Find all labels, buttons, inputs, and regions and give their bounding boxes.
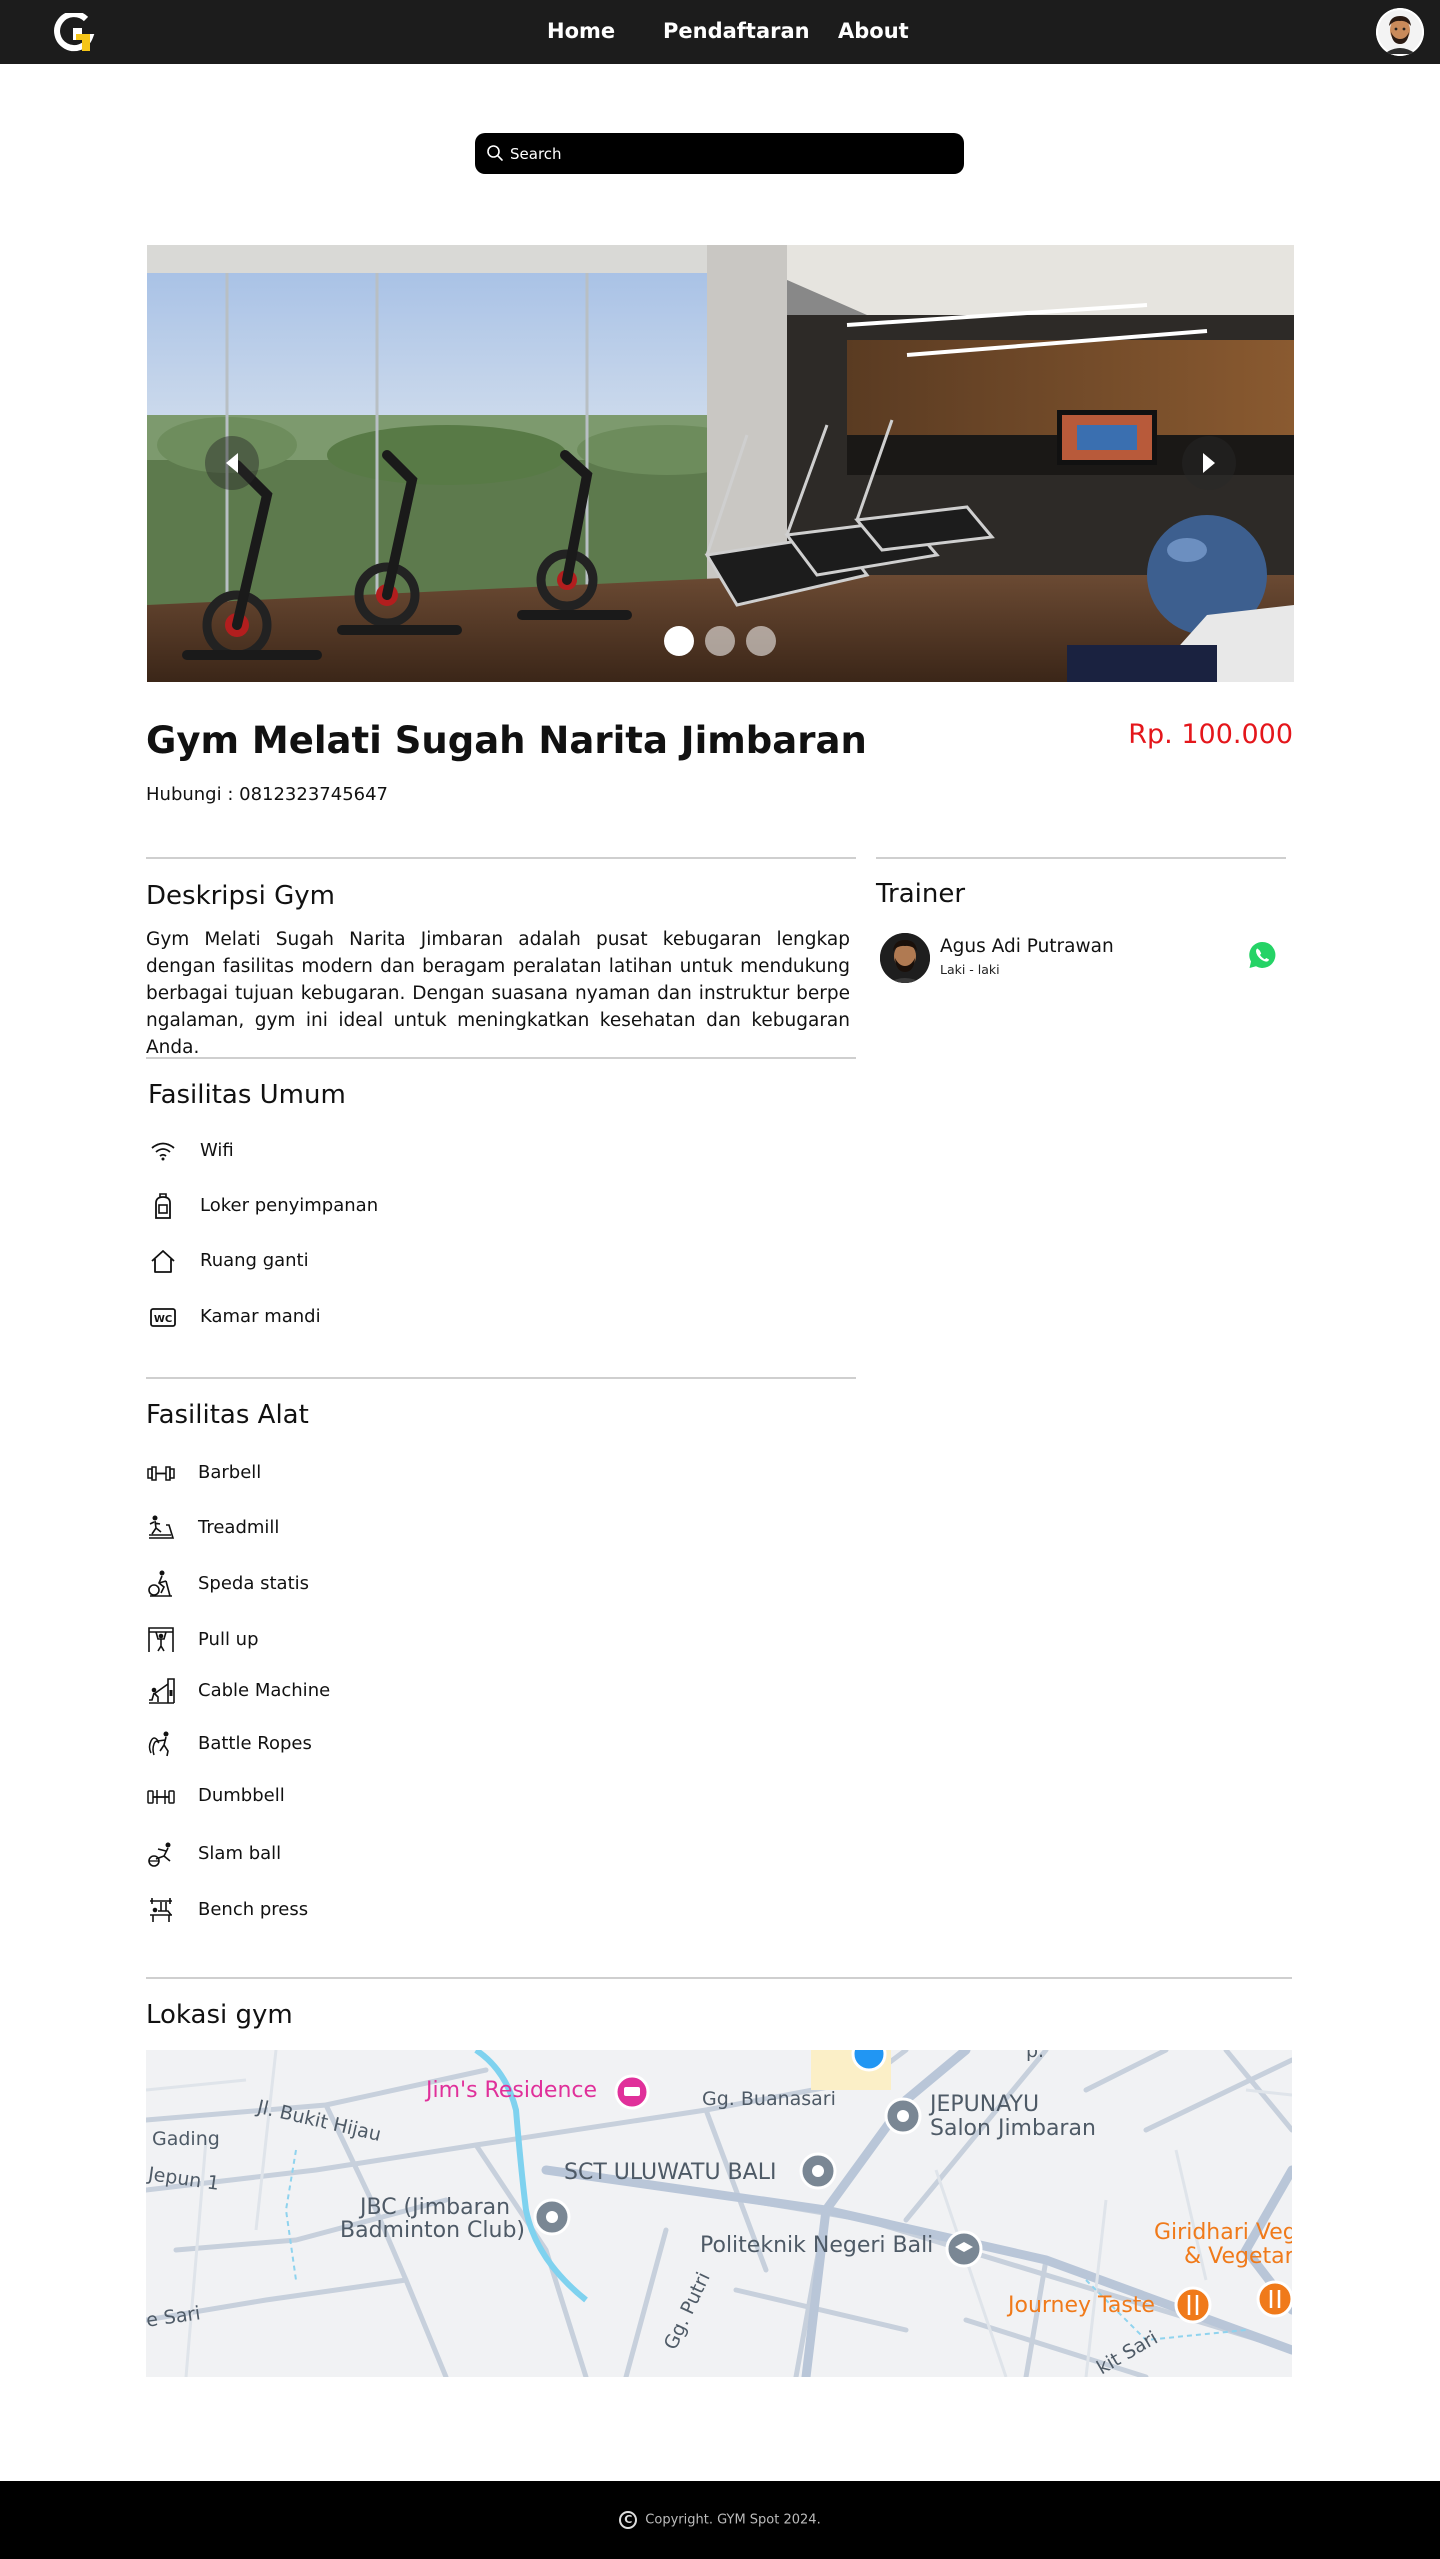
- map-label: Salon Jimbaran: [930, 2116, 1096, 2141]
- nav-links: Home Pendaftaran About: [0, 0, 1440, 64]
- trainer-gender: Laki - laki: [940, 962, 1000, 977]
- pull-up-icon: [148, 1627, 174, 1652]
- whatsapp-icon[interactable]: [1246, 939, 1278, 971]
- carousel-dot-1[interactable]: [664, 626, 694, 656]
- equipment-label: Speda statis: [198, 1573, 310, 1594]
- map-label: Gading: [152, 2128, 220, 2150]
- footer: C Copyright. GYM Spot 2024.: [0, 2481, 1440, 2559]
- wc-icon: WC: [150, 1308, 176, 1327]
- equipment-label: Cable Machine: [198, 1680, 331, 1701]
- gym-interior-photo: [147, 245, 1294, 682]
- description-text: Gym Melati Sugah Narita Jimbaran adalah …: [146, 929, 850, 1058]
- facility-label: Kamar mandi: [200, 1306, 321, 1327]
- copyright: C Copyright. GYM Spot 2024.: [0, 2511, 1440, 2529]
- gym-price: Rp. 100.000: [1128, 719, 1293, 750]
- wifi-icon: [151, 1142, 175, 1161]
- facility-label: Loker penyimpanan: [200, 1195, 379, 1216]
- gym-image-carousel: [147, 245, 1294, 682]
- fasilitas-umum-heading: Fasilitas Umum: [148, 1080, 346, 1110]
- treadmill-icon: [149, 1515, 175, 1539]
- nav-about-link[interactable]: About: [838, 19, 909, 43]
- equipment-label: Barbell: [198, 1462, 262, 1483]
- search-input[interactable]: [510, 133, 950, 174]
- divider: [876, 857, 1286, 859]
- equipment-label: Battle Ropes: [198, 1733, 312, 1754]
- fasilitas-alat-heading: Fasilitas Alat: [146, 1400, 309, 1430]
- map-label: Jim's Residence: [426, 2078, 598, 2103]
- map-label: SCT ULUWATU BALI: [564, 2160, 777, 2185]
- map-label: JBC (Jimbaran: [360, 2195, 511, 2220]
- carousel-prev-button[interactable]: [205, 436, 259, 490]
- description-heading: Deskripsi Gym: [146, 881, 335, 911]
- divider: [146, 857, 856, 859]
- equipment-label: Bench press: [198, 1899, 309, 1920]
- nav-home-link[interactable]: Home: [547, 19, 615, 43]
- copyright-icon: C: [619, 2511, 638, 2529]
- map-label: Badminton Club): [340, 2218, 526, 2243]
- chevron-left-icon: [226, 453, 238, 473]
- equipment-label: Dumbbell: [198, 1785, 285, 1806]
- location-heading: Lokasi gym: [146, 2000, 293, 2030]
- trainer-avatar: [880, 933, 930, 983]
- top-navbar: Home Pendaftaran About: [0, 0, 1440, 64]
- gym-title: Gym Melati Sugah Narita Jimbaran: [146, 719, 867, 762]
- map-label: Giridhari Veg: [1154, 2220, 1292, 2245]
- map-label: & Vegetar: [1184, 2244, 1292, 2269]
- carousel-dot-2[interactable]: [705, 626, 735, 656]
- equipment-label: Slam ball: [198, 1843, 282, 1864]
- trainer-heading: Trainer: [876, 879, 966, 909]
- house-icon: [151, 1250, 175, 1273]
- map-label: Gg. Buanasari: [702, 2088, 836, 2110]
- equipment-label: Pull up: [198, 1629, 259, 1650]
- equipment-label: Treadmill: [198, 1517, 280, 1538]
- trainer-name: Agus Adi Putrawan: [940, 936, 1114, 957]
- map-label: JEPUNAYU: [930, 2092, 1040, 2117]
- dumbbell-icon: [147, 1790, 175, 1804]
- cable-machine-icon: [149, 1678, 175, 1704]
- carousel-next-button[interactable]: [1182, 436, 1236, 490]
- svg-text:WC: WC: [154, 1314, 172, 1325]
- slam-ball-icon: [148, 1842, 171, 1867]
- nav-pendaftaran-link[interactable]: Pendaftaran: [663, 19, 810, 43]
- stationary-bike-icon: [148, 1570, 172, 1597]
- user-avatar-icon: [1376, 8, 1424, 56]
- battle-ropes-icon: [148, 1731, 169, 1757]
- divider: [146, 1377, 856, 1379]
- search-icon: [487, 145, 503, 161]
- locker-icon: [155, 1193, 171, 1219]
- chevron-right-icon: [1203, 453, 1215, 473]
- trainer-card[interactable]: Agus Adi Putrawan Laki - laki: [876, 930, 1286, 986]
- divider: [146, 1977, 1292, 1979]
- location-map[interactable]: Jim's Residence Gg. Buanasari JEPUNAYU S…: [146, 2050, 1292, 2377]
- facility-label: Ruang ganti: [200, 1250, 309, 1271]
- map-label: Politeknik Negeri Bali: [700, 2233, 934, 2258]
- bench-press-icon: [150, 1898, 172, 1922]
- gym-contact: Hubungi : 0812323745647: [146, 784, 388, 805]
- facility-label: Wifi: [200, 1140, 234, 1161]
- trainer-photo-icon: [880, 933, 930, 983]
- search-bar[interactable]: [475, 133, 964, 174]
- map-label: Journey Taste: [1008, 2293, 1155, 2318]
- copyright-text: Copyright. GYM Spot 2024.: [645, 2512, 821, 2528]
- map-label: p.: [1026, 2050, 1045, 2062]
- barbell-icon: [147, 1466, 175, 1481]
- carousel-dot-3[interactable]: [746, 626, 776, 656]
- user-avatar[interactable]: [1376, 8, 1424, 56]
